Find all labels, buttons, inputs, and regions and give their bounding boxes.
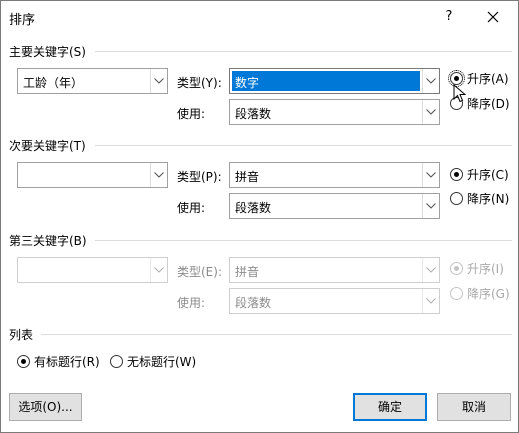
dropdown-button[interactable] xyxy=(422,69,439,93)
chevron-down-icon xyxy=(426,109,436,115)
tertiary-key-section-label: 第三关键字(B) xyxy=(9,234,87,248)
secondary-ascending-radio[interactable]: 升序(C) xyxy=(450,166,509,183)
close-button[interactable] xyxy=(479,6,507,28)
primary-type-select[interactable]: 数字 xyxy=(229,68,440,94)
dropdown-button[interactable] xyxy=(150,69,167,93)
primary-key-field-select[interactable]: 工龄（年） xyxy=(17,68,168,94)
section-divider xyxy=(95,145,512,146)
primary-using-label: 使用: xyxy=(177,107,206,121)
title-bar: 排序 ? xyxy=(1,1,518,33)
cancel-button[interactable]: 取消 xyxy=(437,393,511,421)
chevron-down-icon xyxy=(154,267,164,273)
chevron-down-icon xyxy=(154,78,164,84)
radio-indicator xyxy=(450,192,463,205)
radio-label: 升序(C) xyxy=(467,168,509,182)
radio-label: 降序(G) xyxy=(467,287,510,301)
primary-type-label: 类型(Y): xyxy=(177,76,222,90)
radio-label: 无标题行(W) xyxy=(127,355,197,369)
radio-label: 降序(N) xyxy=(467,192,510,206)
dropdown-button[interactable] xyxy=(422,100,439,124)
primary-using-value: 段落数 xyxy=(235,107,272,121)
dropdown-button[interactable] xyxy=(422,258,439,282)
radio-indicator xyxy=(450,262,463,275)
secondary-descending-radio[interactable]: 降序(N) xyxy=(450,190,509,207)
sort-dialog: 排序 ? 主要关键字(S) 工龄（年） 类型(Y): 数字 使用: 段落数 升序… xyxy=(0,0,519,433)
radio-label: 有标题行(R) xyxy=(34,355,100,369)
tertiary-descending-radio[interactable]: 降序(G) xyxy=(450,285,510,302)
help-button[interactable]: ? xyxy=(437,7,461,27)
section-divider xyxy=(41,334,512,335)
radio-indicator xyxy=(110,355,123,368)
tertiary-ascending-radio[interactable]: 升序(I) xyxy=(450,260,504,277)
radio-label: 升序(A) xyxy=(467,72,509,86)
list-section-label: 列表 xyxy=(9,328,34,342)
chevron-down-icon xyxy=(426,298,436,304)
tertiary-using-label: 使用: xyxy=(177,296,206,310)
secondary-using-label: 使用: xyxy=(177,201,206,215)
dialog-title: 排序 xyxy=(9,13,36,28)
dropdown-button[interactable] xyxy=(422,194,439,218)
secondary-using-value: 段落数 xyxy=(235,201,272,215)
no-header-row-radio[interactable]: 无标题行(W) xyxy=(110,353,196,370)
dropdown-button[interactable] xyxy=(150,258,167,282)
chevron-down-icon xyxy=(426,172,436,178)
tertiary-type-label: 类型(E): xyxy=(177,265,222,279)
options-button[interactable]: 选项(O)... xyxy=(9,393,82,421)
tertiary-type-select[interactable]: 拼音 xyxy=(229,257,440,283)
secondary-key-section-label: 次要关键字(T) xyxy=(9,139,86,153)
section-divider xyxy=(95,240,512,241)
secondary-using-select[interactable]: 段落数 xyxy=(229,193,440,219)
mouse-pointer-icon xyxy=(453,84,467,103)
radio-indicator xyxy=(450,287,463,300)
radio-label: 升序(I) xyxy=(467,262,504,276)
tertiary-using-select[interactable]: 段落数 xyxy=(229,288,440,314)
primary-using-select[interactable]: 段落数 xyxy=(229,99,440,125)
secondary-type-select[interactable]: 拼音 xyxy=(229,162,440,188)
dropdown-button[interactable] xyxy=(422,163,439,187)
dropdown-button[interactable] xyxy=(150,163,167,187)
ok-button[interactable]: 确定 xyxy=(353,393,427,421)
secondary-type-value: 拼音 xyxy=(235,170,260,184)
primary-key-field-value: 工龄（年） xyxy=(23,76,84,90)
dropdown-button[interactable] xyxy=(422,289,439,313)
primary-type-value: 数字 xyxy=(232,71,420,91)
tertiary-type-value: 拼音 xyxy=(235,265,260,279)
section-divider xyxy=(95,51,512,52)
tertiary-key-field-select[interactable] xyxy=(17,257,168,283)
secondary-key-field-select[interactable] xyxy=(17,162,168,188)
chevron-down-icon xyxy=(426,78,436,84)
header-row-radio[interactable]: 有标题行(R) xyxy=(17,353,100,370)
close-icon xyxy=(487,11,499,23)
radio-label: 降序(D) xyxy=(467,97,510,111)
tertiary-using-value: 段落数 xyxy=(235,296,272,310)
chevron-down-icon xyxy=(426,267,436,273)
chevron-down-icon xyxy=(154,172,164,178)
chevron-down-icon xyxy=(426,203,436,209)
primary-key-section-label: 主要关键字(S) xyxy=(9,45,86,59)
radio-indicator xyxy=(17,355,30,368)
secondary-type-label: 类型(P): xyxy=(177,170,222,184)
radio-indicator xyxy=(450,168,463,181)
